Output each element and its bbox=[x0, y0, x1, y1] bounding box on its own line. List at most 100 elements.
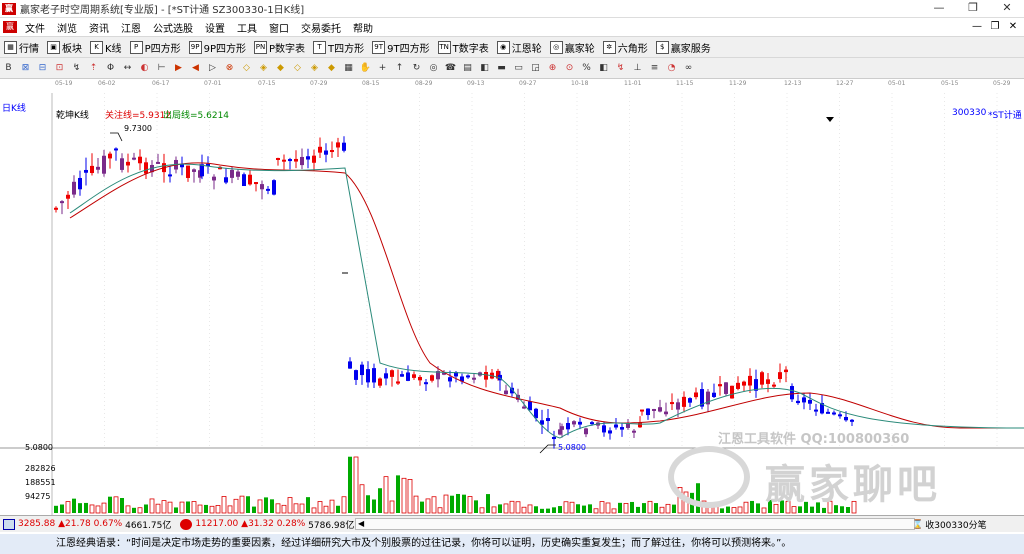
app-menu-icon[interactable]: 赢 bbox=[3, 21, 17, 33]
draw-tool-21-icon[interactable]: ✋ bbox=[359, 62, 372, 75]
mdi-close-button[interactable]: ✕ bbox=[1004, 18, 1022, 36]
toolbar-9p-square-button[interactable]: 9P 9P四方形 bbox=[185, 38, 250, 57]
draw-tool-30-icon[interactable]: ▭ bbox=[512, 62, 525, 75]
minimize-button[interactable]: — bbox=[922, 0, 956, 18]
draw-tool-17-icon[interactable]: ◇ bbox=[291, 62, 304, 75]
draw-tool-34-icon[interactable]: % bbox=[580, 62, 593, 75]
toolbar-label: 六角形 bbox=[617, 43, 648, 55]
draw-tool-15-icon[interactable]: ◈ bbox=[257, 62, 270, 75]
draw-tool-36-icon[interactable]: ↯ bbox=[614, 62, 627, 75]
draw-tool-31-icon[interactable]: ◲ bbox=[529, 62, 542, 75]
menu-gann[interactable]: 江恩 bbox=[115, 20, 147, 35]
date-tick: 08-15 bbox=[362, 80, 380, 87]
draw-tool-0-icon[interactable]: B bbox=[2, 62, 15, 75]
toolbar-t-square-button[interactable]: T T四方形 bbox=[309, 38, 368, 57]
draw-tool-27-icon[interactable]: ▤ bbox=[461, 62, 474, 75]
toolbar-p-square-button[interactable]: P P四方形 bbox=[126, 38, 185, 57]
draw-tool-18-icon[interactable]: ◈ bbox=[308, 62, 321, 75]
toolbar-tn-button[interactable]: TN T数字表 bbox=[434, 38, 493, 57]
toolbar-dollar-button[interactable]: $ 赢家服务 bbox=[652, 38, 715, 57]
volume-bar bbox=[756, 503, 760, 513]
draw-tool-9-icon[interactable]: ⊢ bbox=[155, 62, 168, 75]
draw-tool-2-icon[interactable]: ⊟ bbox=[36, 62, 49, 75]
draw-tool-14-icon[interactable]: ◇ bbox=[240, 62, 253, 75]
toolbar-winner-wheel-button[interactable]: ◎ 赢家轮 bbox=[546, 38, 599, 57]
draw-tool-10-icon[interactable]: ▶ bbox=[172, 62, 185, 75]
menu-help[interactable]: 帮助 bbox=[347, 20, 379, 35]
grid-icon: ▦ bbox=[4, 40, 17, 54]
draw-tool-7-icon[interactable]: ↔ bbox=[121, 62, 134, 75]
volume-bar bbox=[246, 496, 250, 513]
draw-tool-22-icon[interactable]: + bbox=[376, 62, 389, 75]
menu-settings[interactable]: 设置 bbox=[199, 20, 231, 35]
draw-tool-11-icon[interactable]: ◀ bbox=[189, 62, 202, 75]
menu-trade[interactable]: 交易委托 bbox=[295, 20, 347, 35]
draw-tool-3-icon[interactable]: ⊡ bbox=[53, 62, 66, 75]
toolbar-block-button[interactable]: ▣ 板块 bbox=[43, 38, 86, 57]
candle bbox=[472, 377, 476, 380]
toolbar-hexagon-button[interactable]: ✲ 六角形 bbox=[599, 38, 652, 57]
toolbar-gann-wheel-button[interactable]: ◉ 江恩轮 bbox=[493, 38, 546, 57]
draw-tool-29-icon[interactable]: ▬ bbox=[495, 62, 508, 75]
candle bbox=[354, 370, 358, 380]
volume-bar bbox=[155, 503, 161, 514]
candle bbox=[724, 382, 728, 394]
draw-tool-23-icon[interactable]: ↑ bbox=[393, 62, 406, 75]
mdi-restore-button[interactable]: ❐ bbox=[986, 18, 1004, 36]
menu-tools[interactable]: 工具 bbox=[231, 20, 263, 35]
toolbar-label: 9P四方形 bbox=[203, 43, 246, 55]
menu-window[interactable]: 窗口 bbox=[263, 20, 295, 35]
draw-tool-12-icon[interactable]: ▷ bbox=[206, 62, 219, 75]
scroll-left-icon[interactable]: ◀ bbox=[358, 519, 364, 528]
drawing-toolbar: B ⊠ ⊟ ⊡ ↯ ⇡ Φ ↔ ◐ ⊢ ▶ ◀ ▷ ⊗ ◇ ◈ ◆ ◇ ◈ ◆ ▦ ✋ + ↑ ↻ ◎ ☎ ▤ ◧ ▬ ▭ ◲ ⊕ ⊙% ◧ ↯ ⊥ ≡ ◔… bbox=[0, 58, 1024, 79]
draw-tool-4-icon[interactable]: ↯ bbox=[70, 62, 83, 75]
draw-tool-8-icon[interactable]: ◐ bbox=[138, 62, 151, 75]
close-button[interactable]: ✕ bbox=[990, 0, 1024, 18]
draw-tool-16-icon[interactable]: ◆ bbox=[274, 62, 287, 75]
menu-file[interactable]: 文件 bbox=[19, 20, 51, 35]
draw-tool-6-icon[interactable]: Φ bbox=[104, 62, 117, 75]
volume-axis-1: 282826 bbox=[25, 464, 56, 473]
draw-tool-25-icon[interactable]: ◎ bbox=[427, 62, 440, 75]
draw-tool-35-icon[interactable]: ◧ bbox=[597, 62, 610, 75]
stock-name: *ST计通 bbox=[988, 111, 1022, 121]
tick-detail-label[interactable]: 收300330分笔 bbox=[925, 518, 986, 531]
toolbar-label: P四方形 bbox=[144, 43, 181, 55]
mdi-minimize-button[interactable]: — bbox=[968, 18, 986, 36]
candle bbox=[66, 194, 70, 199]
draw-tool-28-icon[interactable]: ◧ bbox=[478, 62, 491, 75]
draw-tool-32-icon[interactable]: ⊕ bbox=[546, 62, 559, 75]
restore-button[interactable]: ❐ bbox=[956, 0, 990, 18]
draw-tool-5-icon[interactable]: ⇡ bbox=[87, 62, 100, 75]
date-tick: 10-18 bbox=[571, 80, 589, 87]
volume-bar bbox=[137, 507, 143, 514]
candle bbox=[102, 155, 106, 174]
toolbar-pn-button[interactable]: PN P数字表 bbox=[250, 38, 309, 57]
candle bbox=[484, 372, 488, 380]
draw-tool-13-icon[interactable]: ⊗ bbox=[223, 62, 236, 75]
draw-tool-1-icon[interactable]: ⊠ bbox=[19, 62, 32, 75]
toolbar-kline-button[interactable]: K K线 bbox=[86, 38, 126, 57]
9t-square-icon: 9T bbox=[372, 40, 386, 54]
sh-index[interactable]: 3285.88 ▲21.78 0.67% 4661.75亿 bbox=[0, 518, 171, 531]
hourglass-icon: ⌛ bbox=[912, 519, 924, 530]
draw-tool-38-icon[interactable]: ≡ bbox=[648, 62, 661, 75]
draw-tool-19-icon[interactable]: ◆ bbox=[325, 62, 338, 75]
draw-tool-39-icon[interactable]: ◔ bbox=[665, 62, 678, 75]
date-tick: 09-27 bbox=[519, 80, 537, 87]
draw-tool-24-icon[interactable]: ↻ bbox=[410, 62, 423, 75]
volume-bar bbox=[491, 506, 497, 514]
status-scrollbar[interactable]: ◀ bbox=[355, 518, 915, 530]
draw-tool-26-icon[interactable]: ☎ bbox=[444, 62, 457, 75]
toolbar-9t-square-button[interactable]: 9T 9T四方形 bbox=[368, 38, 433, 57]
toolbar-grid-button[interactable]: ▦ 行情 bbox=[0, 38, 43, 57]
menu-info[interactable]: 资讯 bbox=[83, 20, 115, 35]
draw-tool-33-icon[interactable]: ⊙ bbox=[563, 62, 576, 75]
draw-tool-40-icon[interactable]: ∞ bbox=[682, 62, 695, 75]
candle bbox=[694, 392, 698, 398]
sz-index[interactable]: 11217.00 ▲31.32 0.28% 5786.98亿 bbox=[177, 518, 354, 531]
draw-tool-37-icon[interactable]: ⊥ bbox=[631, 62, 644, 75]
menu-formula[interactable]: 公式选股 bbox=[147, 20, 199, 35]
menu-browse[interactable]: 浏览 bbox=[51, 20, 83, 35]
draw-tool-20-icon[interactable]: ▦ bbox=[342, 62, 355, 75]
